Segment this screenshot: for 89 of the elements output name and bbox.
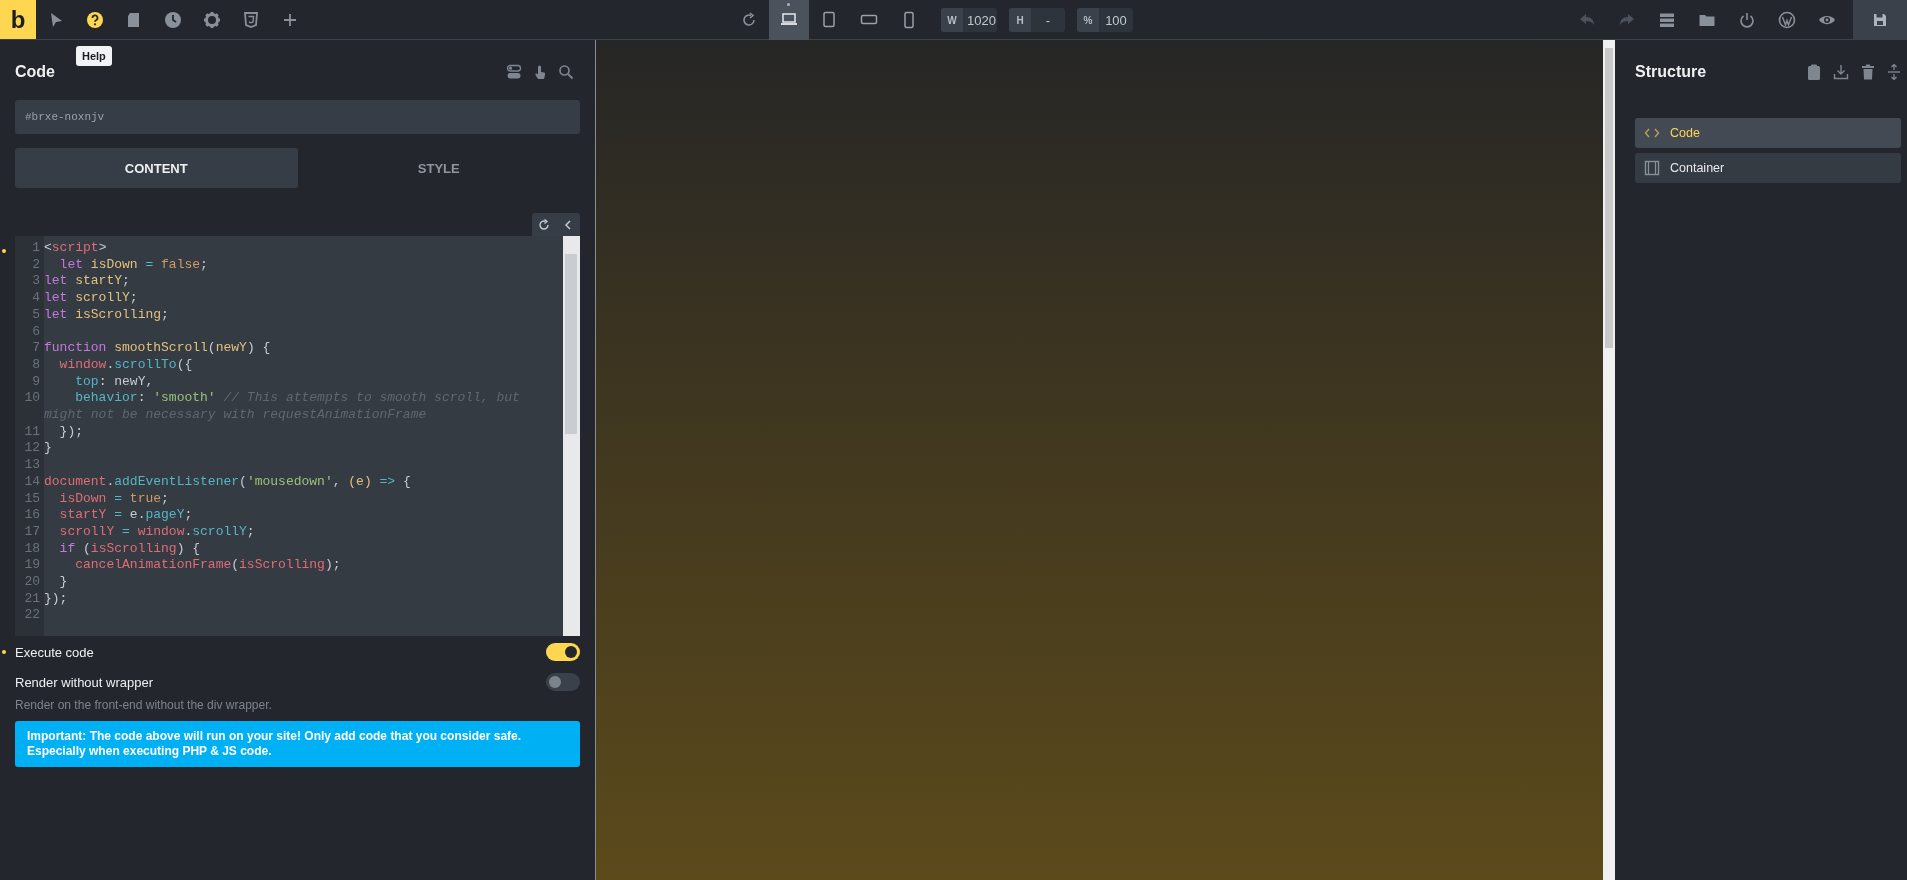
line-number: 16 bbox=[23, 507, 40, 524]
container-icon bbox=[1644, 160, 1660, 176]
clipboard-button[interactable] bbox=[1807, 64, 1821, 80]
code-line: } bbox=[44, 440, 52, 458]
toggle-switch[interactable] bbox=[546, 643, 580, 661]
expand-collapse-icon bbox=[1887, 64, 1901, 80]
delete-button[interactable] bbox=[1861, 64, 1875, 80]
line-number: 17 bbox=[23, 523, 40, 541]
code-line: document.addEventListener('mousedown', (e) => { bbox=[44, 473, 411, 491]
line-number: 18 bbox=[23, 540, 40, 558]
save-button[interactable] bbox=[1853, 0, 1907, 39]
logo[interactable]: b bbox=[0, 0, 36, 39]
settings-icon bbox=[202, 10, 221, 29]
line-number: 4 bbox=[31, 290, 40, 307]
structure-item[interactable]: Code bbox=[1635, 118, 1901, 148]
code-line: <script> bbox=[44, 240, 107, 257]
toggle-icon bbox=[506, 64, 522, 80]
search-icon bbox=[558, 64, 574, 80]
trash-icon bbox=[1861, 64, 1875, 80]
code-line: scrollY = window.scrollY; bbox=[58, 523, 255, 541]
toggle-switch[interactable] bbox=[546, 673, 580, 691]
tooltip: Help bbox=[76, 46, 112, 66]
line-number: 9 bbox=[31, 373, 40, 391]
line-number: 10 bbox=[23, 390, 40, 408]
shield-icon bbox=[241, 10, 260, 29]
clock-icon bbox=[163, 10, 182, 29]
hand-icon bbox=[532, 64, 548, 80]
reload-icon bbox=[538, 218, 550, 231]
code-line: cancelAnimationFrame(isScrolling); bbox=[74, 557, 341, 575]
line-number: 3 bbox=[31, 273, 40, 291]
download-button[interactable] bbox=[1833, 64, 1849, 80]
power-icon bbox=[1738, 10, 1756, 29]
warning-alert: Important: The code above will run on your site! Only add code that you consider safe. Especially when executing PHP & JS code. bbox=[15, 721, 580, 767]
search-button[interactable] bbox=[558, 64, 574, 80]
reload-icon bbox=[741, 12, 757, 28]
code-line: let scrollY; bbox=[44, 290, 138, 307]
tablet-icon bbox=[820, 11, 838, 29]
line-number: 14 bbox=[23, 473, 40, 491]
setting-description: Render on the front-end without the div wrapper. bbox=[15, 698, 273, 712]
tab[interactable]: STYLE bbox=[297, 148, 580, 188]
scrollbar[interactable] bbox=[563, 236, 580, 636]
dimension-field[interactable]: % 100 bbox=[1077, 8, 1133, 32]
line-number: 11 bbox=[23, 423, 40, 441]
setting-label: Render without wrapper bbox=[15, 674, 155, 690]
code-line: if (isScrolling) { bbox=[58, 540, 201, 558]
setting-label: Execute code bbox=[15, 644, 95, 660]
wordpress-icon bbox=[1778, 10, 1796, 29]
code-line: let isScrolling; bbox=[44, 306, 169, 324]
chevron-left-icon bbox=[562, 218, 574, 231]
code-line: let startY; bbox=[44, 273, 130, 291]
device-button[interactable] bbox=[769, 0, 809, 40]
code-line: }); bbox=[58, 423, 83, 441]
line-number: 5 bbox=[31, 306, 40, 324]
line-number: 12 bbox=[23, 440, 40, 458]
toggle-button[interactable] bbox=[506, 64, 522, 80]
dimension-field[interactable]: H - bbox=[1009, 8, 1065, 32]
line-number: 20 bbox=[23, 574, 40, 591]
css-id-field[interactable]: #brxe-noxnjv bbox=[15, 100, 580, 134]
dimension-field[interactable]: W 1020 bbox=[941, 8, 997, 32]
help-icon bbox=[85, 10, 104, 29]
save-icon bbox=[1872, 11, 1888, 28]
line-number: 7 bbox=[31, 340, 40, 357]
tab[interactable]: CONTENT bbox=[15, 148, 298, 188]
code-editor[interactable] bbox=[15, 236, 580, 636]
code-line: function smoothScroll(newY) { bbox=[44, 340, 271, 357]
panel-title: Structure bbox=[1635, 63, 1707, 81]
panel-title: Code bbox=[15, 63, 55, 81]
line-number: 19 bbox=[23, 557, 40, 575]
structure-item[interactable]: Container bbox=[1635, 153, 1901, 183]
code-line: isDown = true; bbox=[58, 490, 169, 508]
code-line: let isDown = false; bbox=[58, 256, 208, 274]
pointer-hand-button[interactable] bbox=[532, 64, 548, 80]
line-number: 6 bbox=[31, 323, 40, 341]
line-number: 8 bbox=[31, 356, 40, 374]
code-line: window.scrollTo({ bbox=[58, 356, 193, 374]
line-number: 13 bbox=[23, 457, 40, 474]
code-line: top: newY, bbox=[74, 373, 154, 391]
scrollbar[interactable] bbox=[1603, 40, 1615, 880]
line-number: 1 bbox=[31, 240, 40, 257]
line-number: 21 bbox=[23, 590, 40, 608]
code-line: startY = e.pageY; bbox=[58, 507, 193, 524]
expand-button[interactable] bbox=[1887, 64, 1901, 80]
download-icon bbox=[1833, 64, 1849, 80]
code-line: } bbox=[58, 574, 68, 591]
line-number: 22 bbox=[23, 607, 40, 625]
line-number: 15 bbox=[23, 490, 40, 508]
clipboard-icon bbox=[1807, 64, 1821, 80]
line-number: 2 bbox=[31, 256, 40, 274]
code-line: }); bbox=[44, 590, 68, 608]
